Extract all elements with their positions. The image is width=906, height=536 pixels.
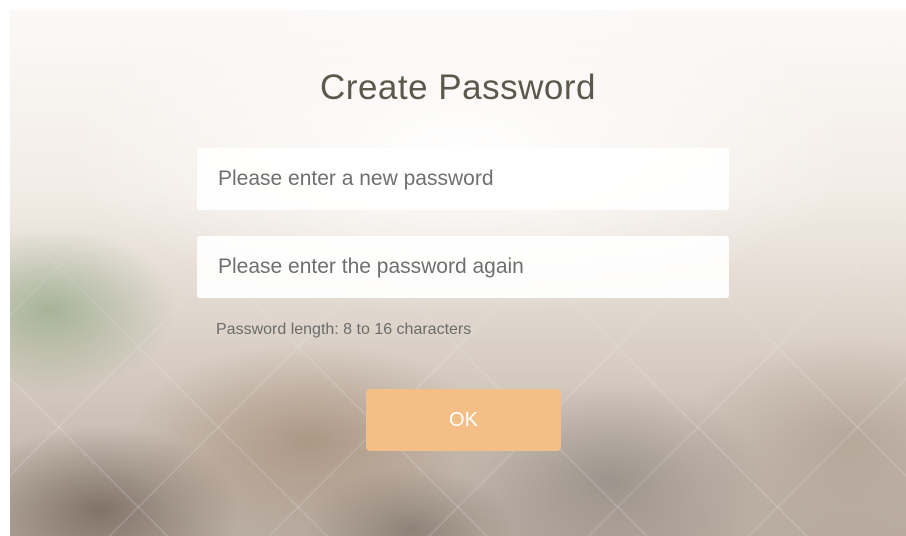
confirm-password-input[interactable] [216, 254, 729, 280]
new-password-field[interactable] [197, 148, 729, 210]
page-title: Create Password [320, 68, 596, 107]
new-password-input[interactable] [216, 166, 729, 192]
password-length-hint: Password length: 8 to 16 characters [216, 321, 472, 338]
confirm-password-field[interactable] [197, 236, 729, 298]
ok-button[interactable]: OK [366, 389, 561, 451]
create-password-screen: Create Password Password length: 8 to 16… [10, 10, 906, 536]
